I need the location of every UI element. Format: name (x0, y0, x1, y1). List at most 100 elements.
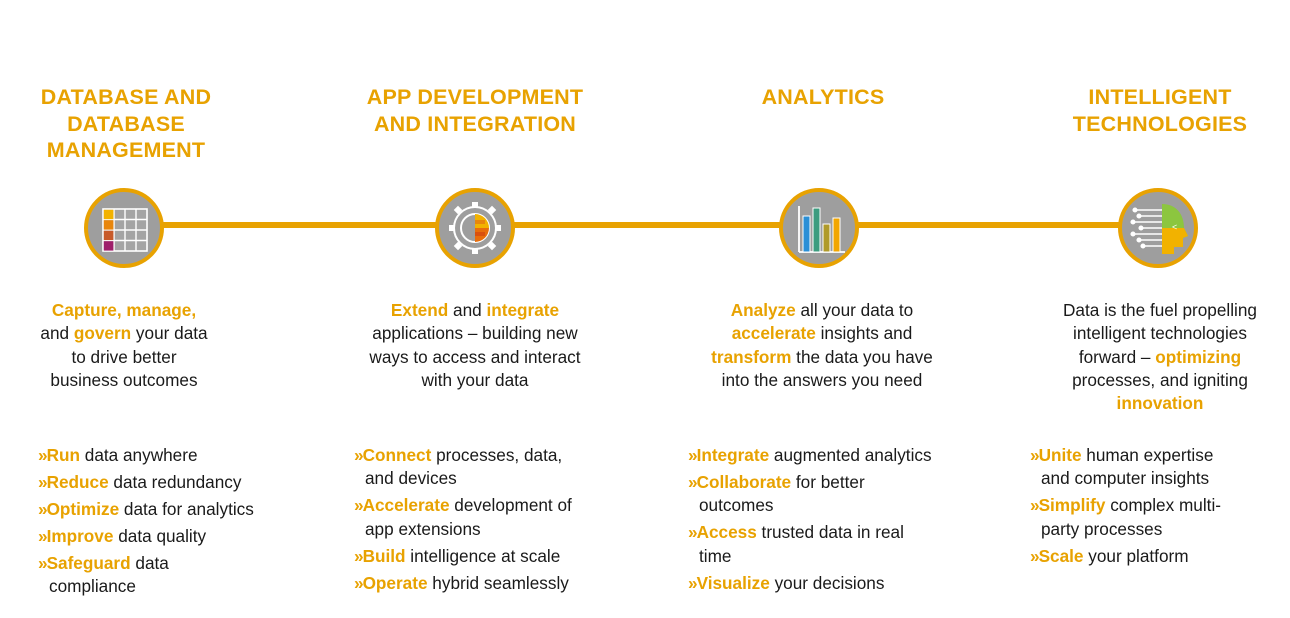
description-highlight: transform (711, 346, 792, 367)
list-item: »Simplify complex multi-party processes (1030, 494, 1280, 541)
list-item: »Accelerate development of app extensions (354, 494, 624, 541)
list-item-text: data for analytics (119, 499, 254, 519)
chevron-bullet-icon: » (354, 572, 364, 593)
list-item-highlight: Connect (362, 445, 432, 465)
column-title-intelligent: INTELLIGENT TECHNOLOGIES (1072, 85, 1248, 136)
list-item-text: complex multi- (1105, 495, 1221, 516)
list-item-text: data quality (113, 526, 207, 546)
description-text: insights and (815, 323, 913, 344)
description-text: and (40, 323, 74, 344)
list-item-highlight: Simplify (1038, 495, 1106, 516)
list-item-highlight: Access (696, 522, 757, 543)
list-item-text: processes, data, (431, 445, 563, 465)
chevron-bullet-icon: » (1030, 445, 1040, 465)
description-text: processes, and igniting (1072, 369, 1248, 390)
chevron-bullet-icon: » (38, 553, 48, 573)
node-intelligent: < (1118, 188, 1198, 268)
column-title-database: DATABASE AND DATABASE MANAGEMENT (40, 85, 212, 162)
list-item-highlight: Visualize (696, 572, 770, 593)
column-description-database: Capture, manage, and govern your data to d… (14, 299, 234, 392)
timeline-connector-line (123, 222, 1160, 228)
list-item-text: trusted data in real (756, 522, 904, 543)
list-item: »Improve data quality (38, 525, 298, 548)
list-item-highlight: Unite (1038, 445, 1082, 465)
chevron-bullet-icon: » (354, 545, 364, 566)
description-text: Data is the fuel propelling (1063, 300, 1257, 320)
list-item-text: augmented analytics (769, 445, 932, 465)
chevron-bullet-icon: » (38, 472, 48, 492)
description-highlight: innovation (1116, 393, 1204, 414)
description-text: forward – (1078, 346, 1156, 367)
description-text: ways to access and interact (369, 346, 581, 367)
description-highlight: Capture, manage, (51, 300, 197, 320)
list-item: »Operate hybrid seamlessly (354, 572, 624, 595)
list-item-highlight: Operate (362, 572, 428, 593)
column-description-intelligent: Data is the fuel propelling intelligent t… (1038, 299, 1282, 415)
list-item: »Build intelligence at scale (354, 545, 624, 568)
list-item-text: for better (791, 472, 865, 492)
list-item: »Optimize data for analytics (38, 498, 298, 521)
list-item-highlight: Scale (1038, 545, 1084, 566)
chevron-bullet-icon: » (688, 572, 698, 593)
list-item-highlight: Integrate (696, 445, 770, 465)
column-description-appdev: Extend and integrate applications – build… (345, 299, 605, 392)
chevron-bullet-icon: » (354, 495, 364, 516)
description-highlight: optimizing (1155, 346, 1242, 367)
list-item-highlight: Safeguard (46, 553, 131, 573)
list-item-text: intelligence at scale (405, 545, 561, 566)
column-description-analytics: Analyze all your data to accelerate insig… (688, 299, 956, 392)
node-database (84, 188, 164, 268)
bullet-list-analytics: »Integrate augmented analytics »Collabora… (688, 444, 978, 599)
description-text: with your data (421, 369, 529, 390)
list-item-highlight: Run (46, 445, 80, 465)
list-item: »Scale your platform (1030, 545, 1280, 568)
node-analytics (779, 188, 859, 268)
list-item: »Collaborate for better outcomes (688, 471, 978, 518)
list-item-highlight: Improve (46, 526, 114, 546)
list-item-highlight: Collaborate (696, 472, 792, 492)
list-item-text: app extensions (365, 518, 481, 539)
list-item-text: compliance (49, 576, 136, 597)
ai-head-icon: < (1130, 204, 1188, 254)
chevron-bullet-icon: » (688, 472, 698, 492)
description-text: the data you have (791, 346, 933, 367)
column-title-analytics: ANALYTICS (761, 85, 885, 109)
list-item-text: data anywhere (79, 445, 198, 465)
list-item-text: party processes (1041, 518, 1163, 539)
list-item-text: your platform (1083, 545, 1189, 566)
list-item-text: outcomes (699, 495, 774, 516)
list-item: »Safeguard data compliance (38, 552, 298, 599)
chevron-bullet-icon: » (38, 445, 48, 465)
description-text: intelligent technologies (1073, 323, 1247, 344)
svg-text:<: < (1172, 222, 1177, 232)
list-item-text: hybrid seamlessly (427, 572, 569, 593)
description-highlight: govern (73, 323, 132, 344)
chevron-bullet-icon: » (688, 522, 698, 543)
list-item-text: and devices (365, 468, 457, 489)
description-text: to drive better (71, 346, 177, 367)
chevron-bullet-icon: » (1030, 545, 1040, 566)
list-item: »Unite human expertise and computer insig… (1030, 444, 1280, 491)
description-text: your data (131, 323, 208, 344)
database-table-icon (102, 208, 148, 252)
list-item: »Run data anywhere (38, 444, 298, 467)
gear-icon (449, 202, 501, 254)
description-highlight: Analyze (730, 300, 796, 320)
description-text: all your data to (795, 300, 914, 320)
list-item-text: data redundancy (108, 472, 242, 492)
list-item-highlight: Build (362, 545, 406, 566)
chevron-bullet-icon: » (38, 499, 48, 519)
chevron-bullet-icon: » (38, 526, 48, 546)
list-item: »Visualize your decisions (688, 572, 978, 595)
description-text: and (448, 300, 487, 320)
bar-chart-icon (798, 206, 845, 253)
bullet-list-intelligent: »Unite human expertise and computer insig… (1030, 444, 1280, 572)
description-text: into the answers you need (721, 369, 923, 390)
list-item-highlight: Optimize (46, 499, 120, 519)
bullet-list-database: »Run data anywhere »Reduce data redundanc… (38, 444, 298, 602)
list-item-highlight: Accelerate (362, 495, 450, 516)
node-appdev (435, 188, 515, 268)
column-title-appdev: APP DEVELOPMENT AND INTEGRATION (366, 85, 584, 136)
description-text: business outcomes (50, 369, 198, 390)
list-item: »Connect processes, data, and devices (354, 444, 624, 491)
